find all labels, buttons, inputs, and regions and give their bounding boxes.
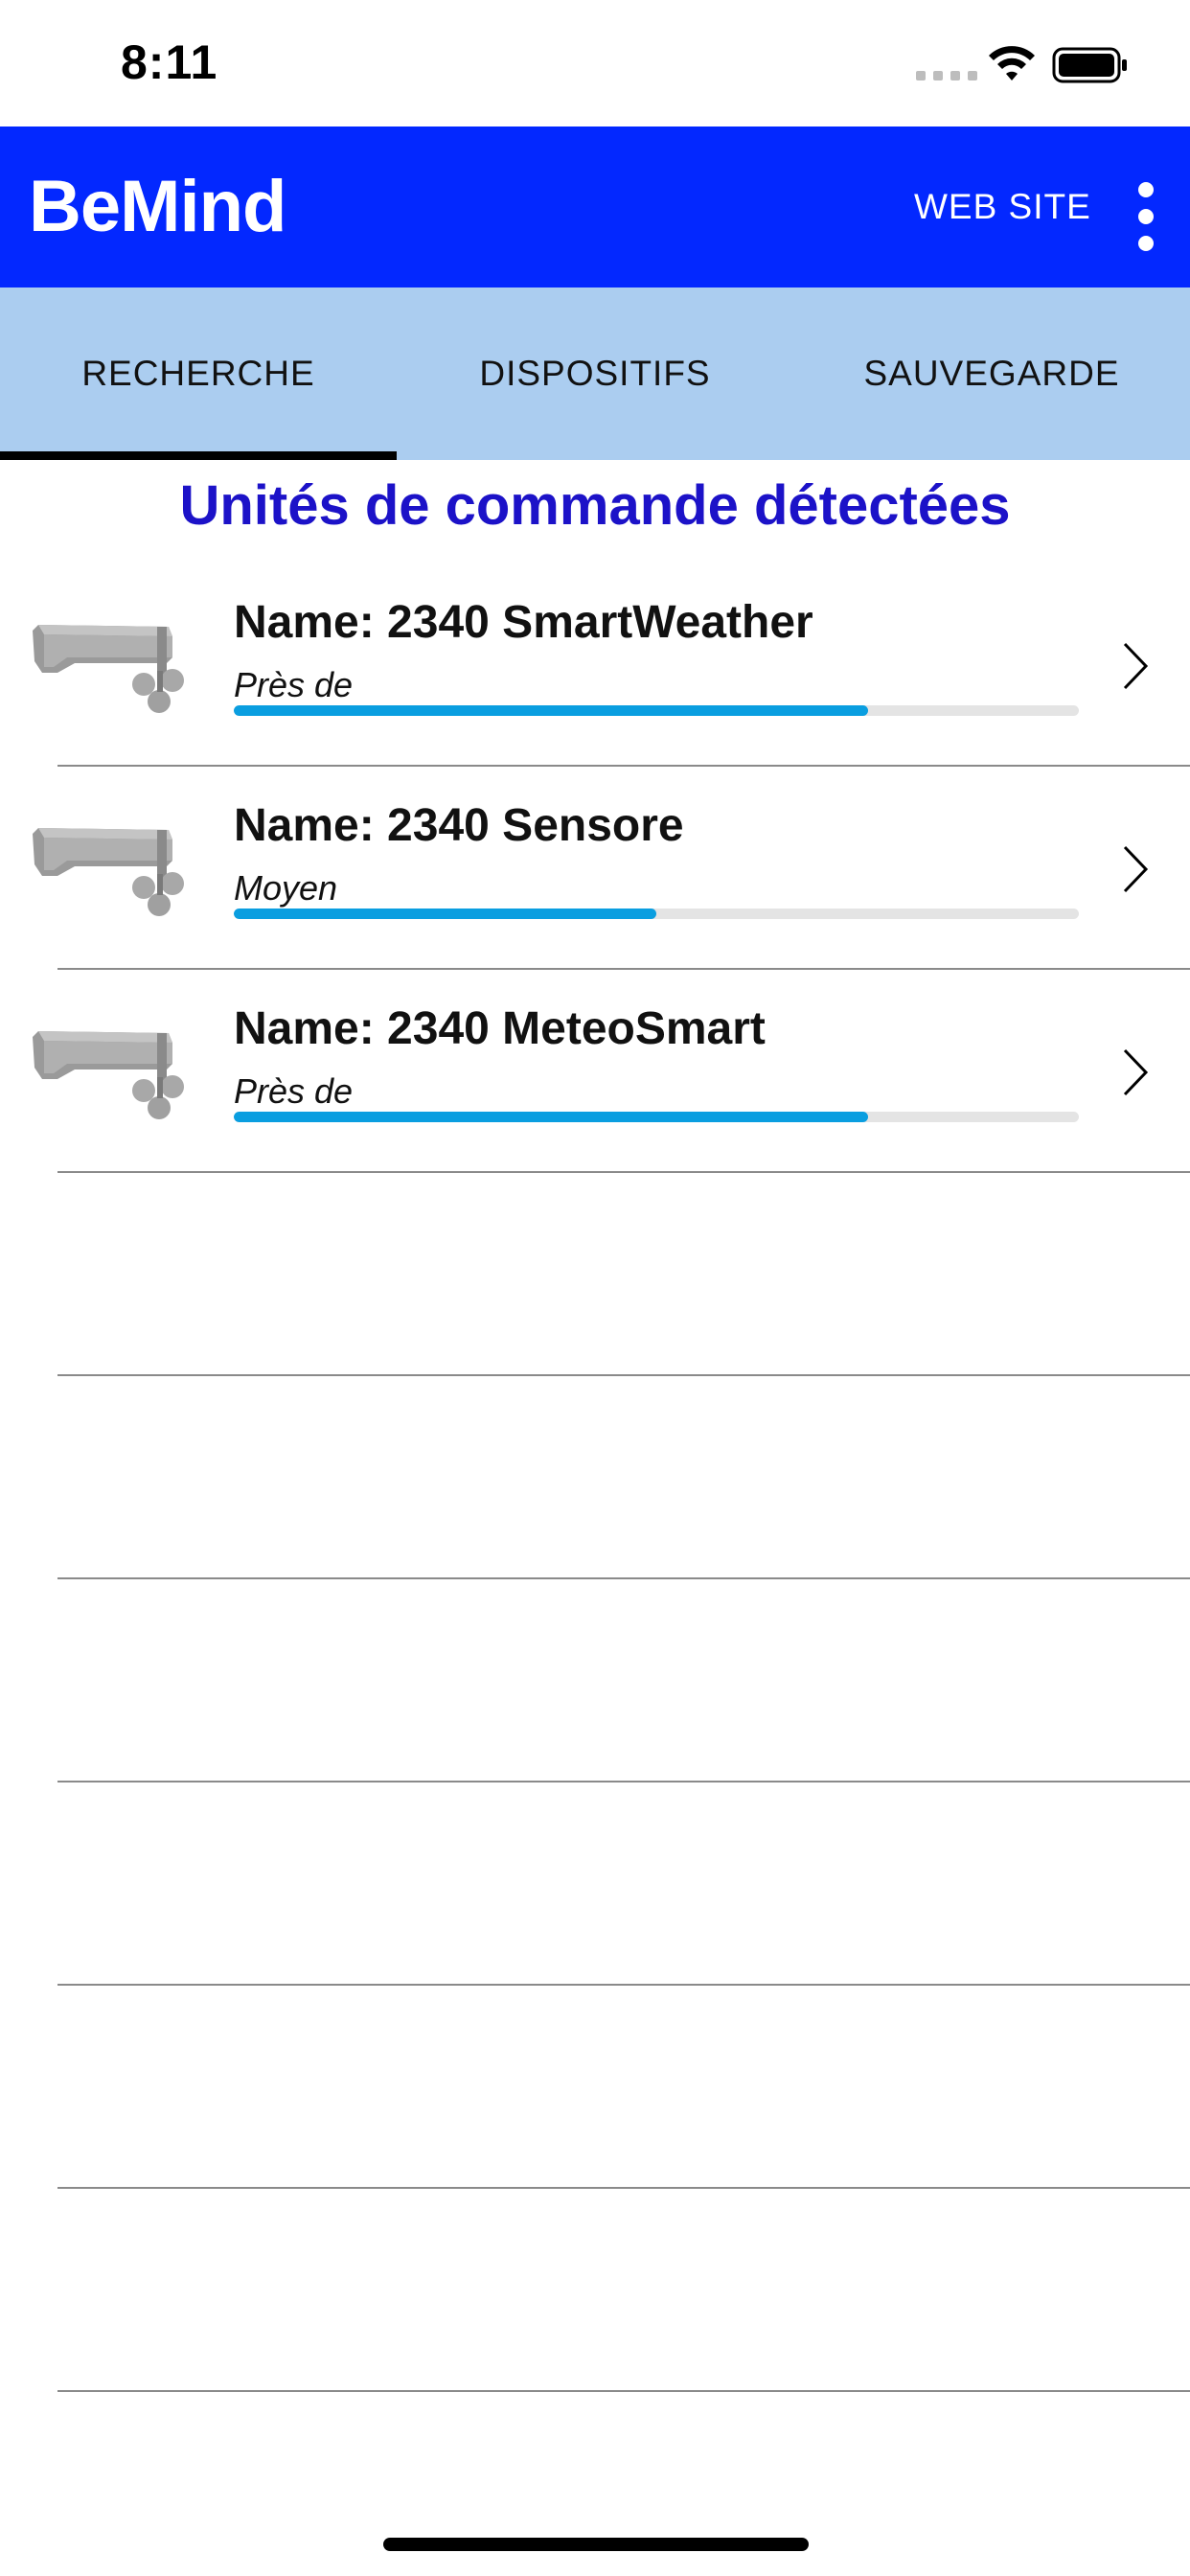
chevron-right-icon [1123, 845, 1149, 893]
app-bar: BeMind WEB SITE [0, 126, 1190, 288]
signal-strength-fill [234, 1112, 868, 1122]
signal-strength-fill [234, 705, 868, 716]
tab-label: DISPOSITIFS [479, 354, 711, 393]
status-bar: 8:11 [0, 0, 1190, 126]
empty-row [0, 1986, 1190, 2189]
signal-strength-bar [234, 908, 1079, 919]
device-row[interactable]: Name: 2340 SmartWeather Près de [0, 564, 1190, 767]
device-list: Name: 2340 SmartWeather Près de Name: 23… [0, 564, 1190, 2392]
chevron-right-icon [1123, 1048, 1149, 1096]
signal-strength-bar [234, 1112, 1079, 1122]
device-name: Name: 2340 SmartWeather [234, 597, 813, 648]
device-proximity: Moyen [234, 868, 338, 908]
row-divider [57, 2390, 1190, 2392]
battery-icon [1052, 47, 1127, 83]
more-vertical-icon[interactable] [1121, 182, 1171, 251]
device-proximity: Près de [234, 1071, 354, 1111]
device-row[interactable]: Name: 2340 Sensore Moyen [0, 767, 1190, 970]
device-name: Name: 2340 MeteoSmart [234, 1003, 766, 1054]
tab-dispositifs[interactable]: DISPOSITIFS [397, 288, 793, 460]
tab-recherche[interactable]: RECHERCHE [0, 288, 397, 460]
web-site-button[interactable]: WEB SITE [901, 176, 1105, 238]
chevron-right-icon [1123, 642, 1149, 690]
home-indicator [383, 2538, 809, 2551]
app-title: BeMind [29, 166, 286, 247]
empty-row [0, 1376, 1190, 1579]
empty-row [0, 1173, 1190, 1376]
device-proximity: Près de [234, 665, 354, 704]
empty-row [0, 2189, 1190, 2392]
device-name: Name: 2340 Sensore [234, 800, 684, 851]
device-row[interactable]: Name: 2340 MeteoSmart Près de [0, 970, 1190, 1173]
signal-strength-fill [234, 908, 656, 919]
selected-tab-indicator [0, 451, 397, 460]
weather-station-icon [33, 1031, 184, 1119]
weather-station-icon [33, 625, 184, 713]
tab-label: SAUVEGARDE [863, 354, 1120, 393]
tab-label: RECHERCHE [81, 354, 315, 393]
page-title: Unités de commande détectées [179, 474, 1011, 537]
weather-station-icon [33, 828, 184, 916]
cellular-signal-icon [916, 71, 977, 80]
wifi-icon [989, 46, 1035, 80]
empty-row [0, 1782, 1190, 1986]
tab-sauvegarde[interactable]: SAUVEGARDE [793, 288, 1190, 460]
screen: 8:11 BeMind WEB SITE RECHERCHE DISPOSITI… [0, 0, 1190, 2576]
signal-strength-bar [234, 705, 1079, 716]
status-time: 8:11 [121, 35, 218, 89]
empty-row [0, 1579, 1190, 1782]
tab-bar: RECHERCHE DISPOSITIFS SAUVEGARDE [0, 288, 1190, 460]
